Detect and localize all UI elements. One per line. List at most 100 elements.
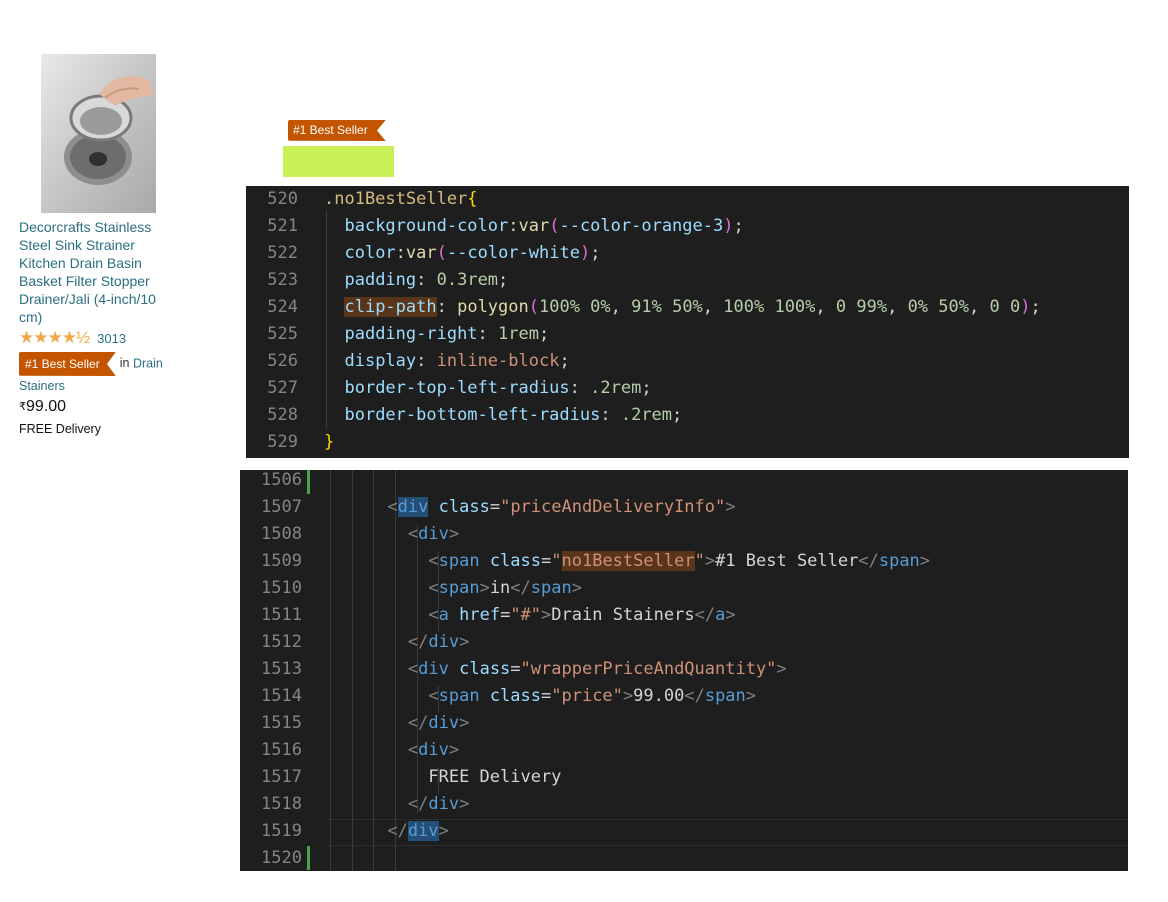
code-token: 99.00 bbox=[633, 686, 685, 706]
code-line[interactable]: 1514 <span class="price">99.00</span> bbox=[240, 683, 1128, 710]
code-line[interactable]: 528 border-bottom-left-radius: .2rem; bbox=[246, 402, 1129, 429]
line-number: 529 bbox=[267, 432, 298, 452]
code-line[interactable]: 1517 FREE Delivery bbox=[240, 764, 1128, 791]
code-token: Drain Stainers bbox=[551, 605, 695, 625]
code-token: .2rem bbox=[620, 405, 673, 425]
rating[interactable]: ★★★★½ 3013 bbox=[19, 329, 126, 347]
code-token: > bbox=[622, 686, 634, 706]
code-token: border-top-left-radius bbox=[344, 378, 570, 398]
line-number: 1517 bbox=[261, 767, 302, 787]
code-token: 100% 0% bbox=[539, 297, 611, 317]
code-line[interactable]: 1510 <span>in</span> bbox=[240, 575, 1128, 602]
code-token: div bbox=[418, 524, 449, 544]
code-token: , bbox=[815, 297, 836, 317]
code-text: clip-path: polygon(100% 0%, 91% 50%, 100… bbox=[324, 294, 1041, 321]
code-token: href bbox=[459, 605, 501, 625]
code-token: polygon bbox=[457, 297, 529, 317]
code-line[interactable]: 520 .no1BestSeller{ bbox=[246, 186, 1129, 213]
code-text: .no1BestSeller{ bbox=[324, 186, 478, 213]
rating-stars-icon[interactable]: ★★★★½ bbox=[19, 329, 90, 347]
code-token: = bbox=[489, 497, 501, 517]
code-token: < bbox=[428, 686, 439, 706]
code-line[interactable]: 523 padding: 0.3rem; bbox=[246, 267, 1129, 294]
code-line[interactable]: 1515 </div> bbox=[240, 710, 1128, 737]
code-token: padding bbox=[344, 270, 417, 290]
code-token: " bbox=[551, 551, 562, 571]
code-line[interactable]: 1513 <div class="wrapperPriceAndQuantity… bbox=[240, 656, 1128, 683]
code-token: ; bbox=[733, 216, 744, 236]
code-token: class bbox=[438, 497, 490, 517]
code-text: border-top-left-radius: .2rem; bbox=[324, 375, 651, 402]
code-token: = bbox=[541, 551, 552, 571]
code-text: color:var(--color-white); bbox=[324, 240, 600, 267]
code-token: </ bbox=[694, 605, 716, 625]
code-text: <span class="no1BestSeller">#1 Best Sell… bbox=[326, 548, 930, 575]
price: ₹99.00 bbox=[19, 398, 66, 416]
html-code-editor[interactable]: 1506 1507 <div class="priceAndDeliveryInf… bbox=[240, 470, 1128, 871]
code-token: div bbox=[418, 659, 449, 679]
code-token: ( bbox=[549, 216, 560, 236]
code-line[interactable]: 1518 </div> bbox=[240, 791, 1128, 818]
code-line[interactable]: 1511 <a href="#">Drain Stainers</a> bbox=[240, 602, 1128, 629]
code-token: ( bbox=[528, 297, 539, 317]
line-number: 525 bbox=[267, 324, 298, 344]
code-token: > bbox=[459, 713, 470, 733]
product-image[interactable] bbox=[41, 54, 156, 213]
line-number: 1514 bbox=[261, 686, 302, 706]
product-title-link[interactable]: Decorcrafts Stainless Steel Sink Straine… bbox=[19, 218, 169, 326]
code-token: #1 Best Seller bbox=[715, 551, 859, 571]
line-number: 1512 bbox=[261, 632, 302, 652]
best-seller-row: #1 Best Seller in Drain Stainers bbox=[19, 352, 179, 396]
line-number: 522 bbox=[267, 243, 298, 263]
line-number: 526 bbox=[267, 351, 298, 371]
code-line[interactable]: 529} bbox=[246, 429, 1129, 456]
code-token: < bbox=[407, 524, 419, 544]
code-line[interactable]: 1519 </div> bbox=[240, 818, 1128, 845]
code-token: , bbox=[610, 297, 632, 317]
code-token: display bbox=[344, 351, 417, 371]
code-line[interactable]: 522 color:var(--color-white); bbox=[246, 240, 1129, 267]
code-token: class bbox=[489, 686, 541, 706]
code-token: in bbox=[489, 578, 511, 598]
code-line[interactable]: 1506 bbox=[240, 470, 1128, 494]
code-token: var bbox=[518, 216, 550, 236]
rating-count-link[interactable]: 3013 bbox=[97, 331, 126, 346]
code-line[interactable]: 1507 <div class="priceAndDeliveryInfo"> bbox=[240, 494, 1128, 521]
code-token: span bbox=[704, 686, 746, 706]
code-line[interactable]: 525 padding-right: 1rem; bbox=[246, 321, 1129, 348]
code-token: div bbox=[428, 794, 460, 814]
line-number: 1519 bbox=[261, 821, 302, 841]
line-number: 1518 bbox=[261, 794, 302, 814]
code-line[interactable]: 521 background-color:var(--color-orange-… bbox=[246, 213, 1129, 240]
code-line[interactable]: 524 clip-path: polygon(100% 0%, 91% 50%,… bbox=[246, 294, 1129, 321]
code-token: > bbox=[448, 524, 460, 544]
code-line[interactable]: 1509 <span class="no1BestSeller">#1 Best… bbox=[240, 548, 1128, 575]
code-token: < bbox=[428, 551, 439, 571]
code-line[interactable]: 527 border-top-left-radius: .2rem; bbox=[246, 375, 1129, 402]
code-token: { bbox=[467, 189, 478, 209]
code-line[interactable]: 1520 bbox=[240, 845, 1128, 871]
code-text: border-bottom-left-radius: .2rem; bbox=[324, 402, 682, 429]
line-number: 1506 bbox=[261, 470, 302, 490]
code-token: ) bbox=[579, 243, 591, 263]
css-code-editor[interactable]: 520 .no1BestSeller{521 background-color:v… bbox=[246, 186, 1129, 458]
code-line[interactable]: 1508 <div> bbox=[240, 521, 1128, 548]
best-seller-badge-preview: #1 Best Seller bbox=[288, 120, 386, 141]
code-token: border-bottom-left-radius bbox=[344, 405, 601, 425]
best-seller-badge: #1 Best Seller bbox=[19, 352, 116, 376]
code-text: <div class="priceAndDeliveryInfo"> bbox=[326, 494, 736, 521]
code-line[interactable]: 526 display: inline-block; bbox=[246, 348, 1129, 375]
code-text: } bbox=[324, 429, 334, 456]
code-text: display: inline-block; bbox=[324, 348, 569, 375]
code-line[interactable]: 1516 <div> bbox=[240, 737, 1128, 764]
code-token: ; bbox=[1030, 297, 1041, 317]
code-line[interactable]: 1512 </div> bbox=[240, 629, 1128, 656]
